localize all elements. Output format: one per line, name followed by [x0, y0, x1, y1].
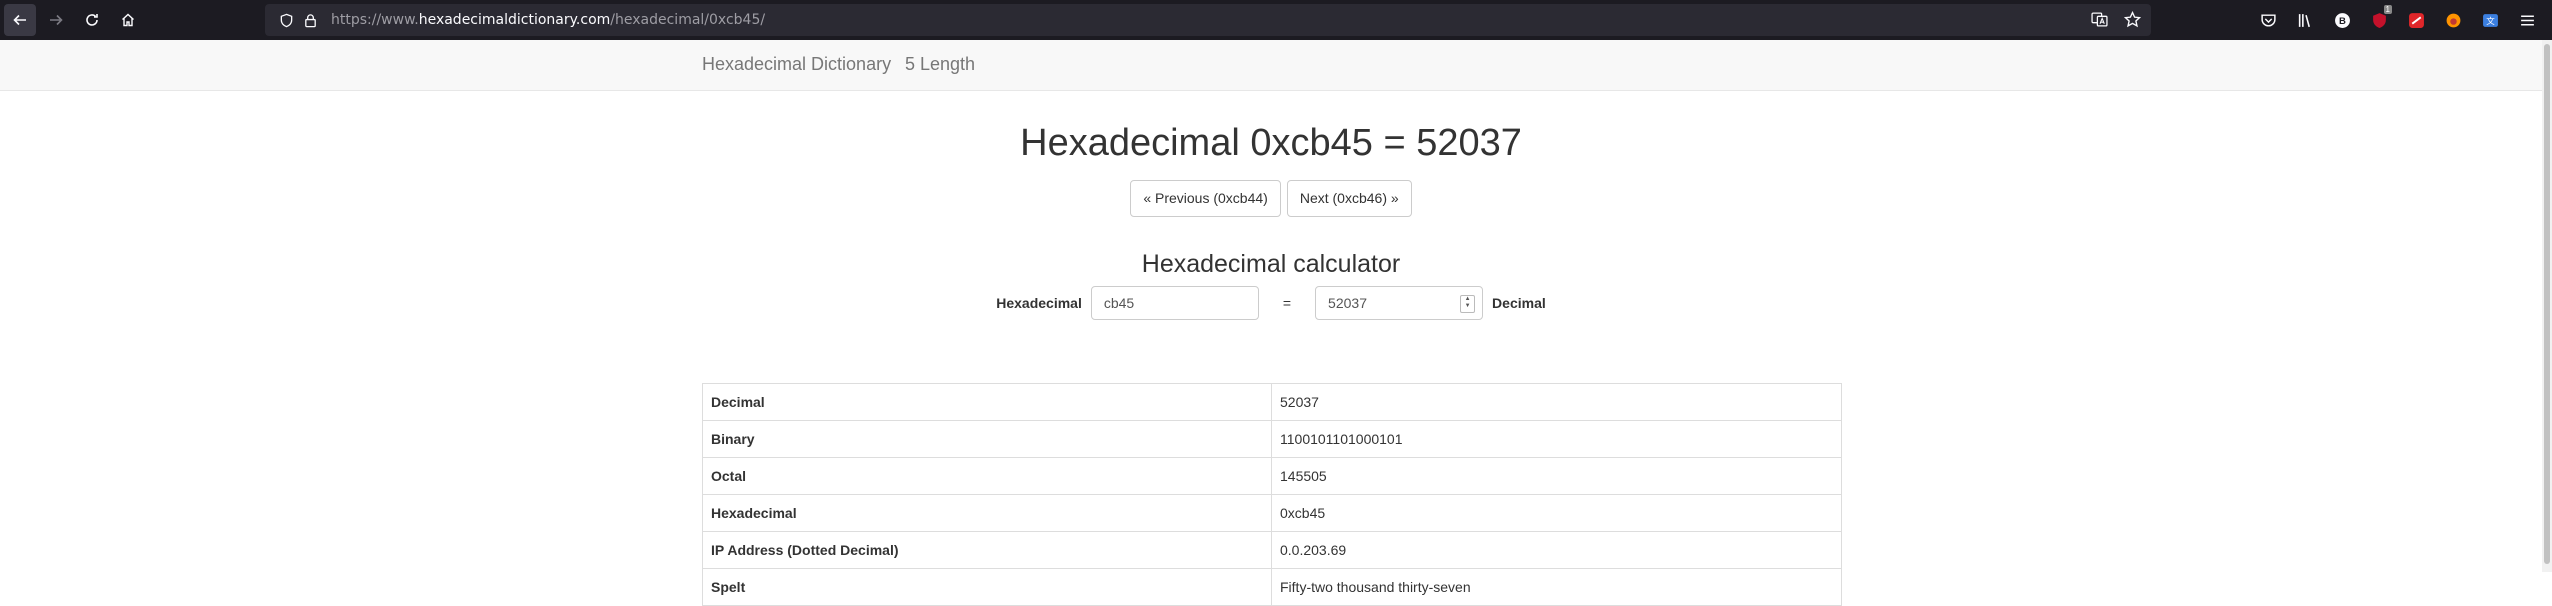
svg-text:文: 文 [2486, 16, 2495, 26]
calculator-form: Hexadecimal = ▲▼ Decimal [0, 286, 2542, 320]
forward-button[interactable] [40, 4, 72, 36]
conversion-table: Decimal 52037 Binary 1100101101000101 Oc… [702, 383, 1842, 606]
page-scrollbar[interactable] [2542, 40, 2552, 572]
shield-icon[interactable] [277, 11, 295, 29]
calculator-title: Hexadecimal calculator [1141, 250, 1401, 278]
table-row: Binary 1100101101000101 [702, 420, 1842, 458]
number-spinner[interactable]: ▲ ▼ [1460, 295, 1476, 313]
row-label: Decimal [702, 383, 1272, 421]
browser-toolbar: https://www.hexadecimaldictionary.com/he… [0, 0, 2552, 40]
library-icon[interactable] [2294, 9, 2316, 31]
bookmark-star-icon[interactable] [2123, 10, 2142, 33]
home-button[interactable] [112, 4, 144, 36]
extension-ublock-icon[interactable]: 1 [2368, 5, 2392, 31]
menu-icon[interactable] [2516, 9, 2538, 31]
reload-button[interactable] [76, 4, 108, 36]
pager: « Previous (0xcb44) Next (0xcb46) » [0, 180, 2542, 217]
back-button[interactable] [4, 4, 36, 36]
hex-input[interactable] [1090, 286, 1259, 320]
row-value: Fifty-two thousand thirty-seven [1271, 568, 1842, 606]
row-label: Hexadecimal [702, 494, 1272, 532]
account-icon[interactable]: B [2331, 9, 2353, 31]
forward-arrow-icon [50, 14, 63, 26]
back-arrow-icon [13, 14, 26, 26]
nav-link-5-length[interactable]: 5 Length [905, 54, 975, 75]
decimal-field: ▲▼ [1315, 286, 1484, 320]
extension-translate-icon[interactable]: 文 [2479, 9, 2501, 31]
row-value: 145505 [1271, 457, 1842, 495]
url-path: /hexadecimal/0xcb45/ [610, 12, 766, 28]
page-title: Hexadecimal 0xcb45 = 52037 [1020, 122, 1522, 164]
extension-badge: 1 [2383, 5, 2392, 14]
row-label: IP Address (Dotted Decimal) [702, 531, 1272, 569]
home-icon [122, 13, 134, 27]
table-row: Octal 145505 [702, 457, 1842, 495]
next-button[interactable]: Next (0xcb46) » [1286, 180, 1412, 217]
row-label: Binary [702, 420, 1272, 458]
decimal-input[interactable] [1315, 286, 1484, 320]
pocket-icon[interactable] [2257, 9, 2279, 31]
translate-icon[interactable] [2091, 11, 2108, 33]
extension-fox-icon[interactable] [2442, 9, 2464, 31]
page-content: Hexadecimal Dictionary 5 Length Hexadeci… [0, 40, 2552, 606]
row-label: Octal [702, 457, 1272, 495]
equals-sign: = [1282, 295, 1292, 311]
row-label: Spelt [702, 568, 1272, 606]
extension-red-icon[interactable] [2405, 9, 2427, 31]
decimal-label: Decimal [1492, 295, 1546, 311]
svg-text:B: B [2339, 16, 2346, 27]
row-value: 0.0.203.69 [1271, 531, 1842, 569]
row-value: 0xcb45 [1271, 494, 1842, 532]
table-row: Decimal 52037 [702, 383, 1842, 421]
previous-button[interactable]: « Previous (0xcb44) [1130, 180, 1281, 217]
table-row: IP Address (Dotted Decimal) 0.0.203.69 [702, 531, 1842, 569]
site-brand-link[interactable]: Hexadecimal Dictionary [702, 54, 891, 75]
scrollbar-thumb[interactable] [2544, 44, 2550, 564]
table-row: Spelt Fifty-two thousand thirty-seven [702, 568, 1842, 606]
reload-icon [86, 14, 98, 26]
site-navbar: Hexadecimal Dictionary 5 Length [0, 40, 2542, 91]
url-prefix: https://www. [331, 12, 419, 28]
table-row: Hexadecimal 0xcb45 [702, 494, 1842, 532]
row-value: 1100101101000101 [1271, 420, 1842, 458]
hex-label: Hexadecimal [996, 295, 1082, 311]
lock-icon[interactable] [301, 11, 319, 29]
address-bar[interactable]: https://www.hexadecimaldictionary.com/he… [265, 4, 2151, 36]
url-text: https://www.hexadecimaldictionary.com/he… [331, 12, 765, 28]
url-domain: hexadecimaldictionary.com [418, 12, 611, 28]
row-value: 52037 [1271, 383, 1842, 421]
